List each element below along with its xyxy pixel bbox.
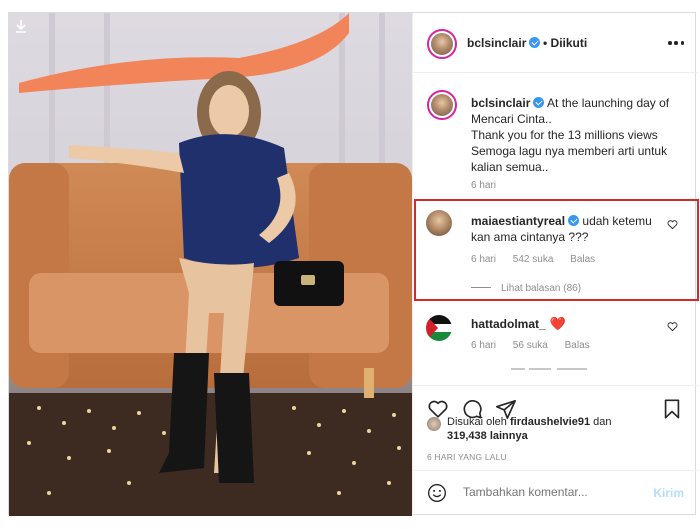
comment-avatar[interactable] (426, 315, 452, 341)
add-comment-bar: Kirim (413, 470, 698, 516)
instagram-post: bclsinclair • Diikuti bclsinclair At the… (8, 12, 699, 516)
comment-time: 6 hari (471, 340, 497, 351)
comment-likes[interactable]: 56 suka (513, 340, 548, 351)
comment-likes[interactable]: 542 suka (513, 254, 554, 265)
follow-status[interactable]: • Diikuti (543, 36, 587, 50)
liker-avatar[interactable] (427, 417, 441, 431)
caption-avatar[interactable] (427, 90, 457, 120)
verified-icon (529, 37, 541, 48)
caption-text: bclsinclair At the launching day of Menc… (471, 96, 670, 174)
clipped-comment (503, 365, 593, 373)
comment-username[interactable]: maiaestiantyreal (471, 214, 565, 228)
download-icon[interactable] (14, 19, 28, 33)
verified-icon (533, 97, 545, 108)
palestine-flag-icon (426, 315, 452, 341)
view-replies-button[interactable]: Lihat balasan (86) (471, 283, 581, 294)
post-photo[interactable] (9, 13, 412, 516)
likes-count[interactable]: 319,438 lainnya (447, 430, 528, 442)
clipped-text-fragment (511, 368, 587, 370)
caption-time: 6 hari (471, 180, 497, 191)
liker-username[interactable]: firdaushelvie91 (510, 416, 590, 428)
comment-text: maiaestiantyreal udah ketemu kan ama cin… (471, 214, 652, 244)
emoji-icon[interactable] (427, 483, 447, 503)
post-photo-illustration (9, 13, 412, 516)
comment-like-heart-icon[interactable] (667, 219, 678, 230)
reply-button[interactable]: Balas (570, 254, 595, 265)
more-options-icon[interactable] (668, 41, 684, 45)
author-username[interactable]: bclsinclair (467, 36, 541, 50)
comment-text: hattadolmat_ ❤️ (471, 316, 566, 332)
reply-button[interactable]: Balas (565, 340, 590, 351)
comment-username[interactable]: hattadolmat_ (471, 317, 546, 331)
post-date[interactable]: 6 HARI YANG LALU (427, 452, 507, 462)
comment-meta: 6 hari 542 suka Balas (471, 254, 609, 265)
author-avatar[interactable] (427, 29, 457, 59)
post-header: bclsinclair • Diikuti (413, 13, 698, 73)
red-heart-emoji: ❤️ (549, 316, 566, 331)
comment-meta: 6 hari 56 suka Balas (471, 340, 604, 351)
comment-avatar[interactable] (426, 210, 452, 236)
comment-input[interactable] (463, 485, 643, 499)
verified-icon (568, 215, 580, 226)
comment-like-heart-icon[interactable] (667, 321, 678, 332)
caption-username[interactable]: bclsinclair (471, 96, 530, 110)
post-side-panel: bclsinclair • Diikuti bclsinclair At the… (412, 13, 699, 516)
comment-time: 6 hari (471, 254, 497, 265)
post-comment-button[interactable]: Kirim (653, 486, 684, 500)
